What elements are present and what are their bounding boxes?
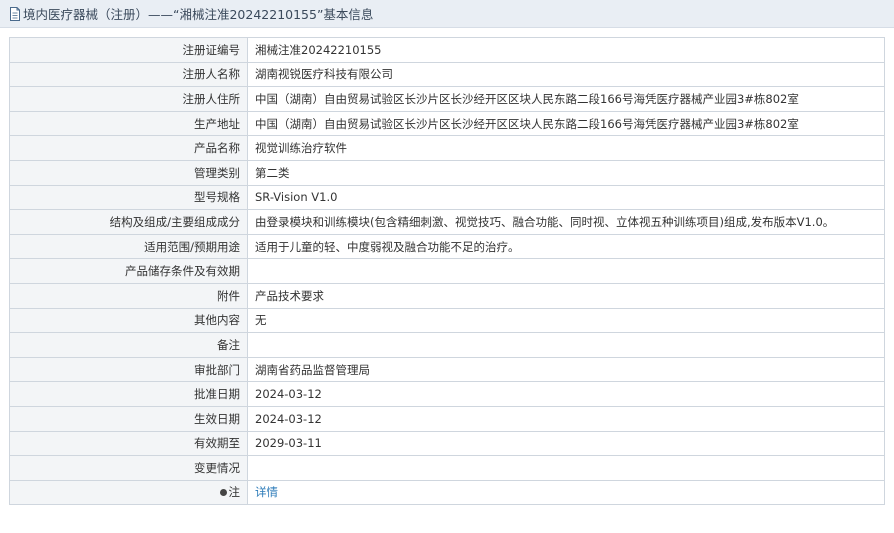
page-title: 境内医疗器械（注册）——“湘械注准20242210155”基本信息: [23, 7, 374, 22]
field-label: 生产地址: [9, 110, 248, 137]
field-label: 型号规格: [9, 184, 248, 211]
field-value: [247, 332, 885, 358]
field-value: 湖南省药品监督管理局: [247, 356, 885, 383]
table-row: 审批部门 湖南省药品监督管理局: [9, 356, 885, 383]
info-table-container: 注册证编号 湘械注准20242210155 注册人名称 湖南视锐医疗科技有限公司 注册人…: [9, 37, 885, 506]
table-row-note: 注详情: [9, 479, 885, 506]
field-value: 中国（湖南）自由贸易试验区长沙片区长沙经开区区块人民东路二段166号海凭医疗器械…: [247, 110, 885, 137]
field-label: 注册证编号: [9, 37, 248, 63]
field-value: SR-Vision V1.0: [247, 184, 885, 211]
table-row: 型号规格 SR-Vision V1.0: [9, 184, 885, 211]
field-value: 2029-03-11: [247, 430, 885, 457]
field-label: 结构及组成/主要组成成分: [9, 209, 248, 235]
field-value-note: 详情: [247, 479, 885, 506]
field-label: 附件: [9, 282, 248, 309]
table-row: 产品储存条件及有效期: [9, 258, 885, 284]
field-label: 有效期至: [9, 430, 248, 457]
table-row: 附件 产品技术要求: [9, 282, 885, 309]
details-link[interactable]: 详情: [255, 485, 278, 499]
field-label: 备注: [9, 332, 248, 358]
table-row: 结构及组成/主要组成成分 由登录模块和训练模块(包含精细刺激、视觉技巧、融合功能、…: [9, 209, 885, 235]
field-label-note: 注: [9, 479, 248, 506]
document-icon: [9, 6, 21, 21]
field-value: 2024-03-12: [247, 381, 885, 407]
field-label: 注册人名称: [9, 61, 248, 88]
field-value: 湖南视锐医疗科技有限公司: [247, 61, 885, 88]
field-value: 适用于儿童的轻、中度弱视及融合功能不足的治疗。: [247, 233, 885, 260]
table-row: 注册证编号 湘械注准20242210155: [9, 37, 885, 63]
field-value: 无: [247, 307, 885, 334]
table-row: 适用范围/预期用途 适用于儿童的轻、中度弱视及融合功能不足的治疗。: [9, 233, 885, 260]
table-row: 变更情况: [9, 455, 885, 481]
field-label: 批准日期: [9, 381, 248, 407]
field-label: 生效日期: [9, 405, 248, 432]
info-table-body: 注册证编号 湘械注准20242210155 注册人名称 湖南视锐医疗科技有限公司 注册人…: [9, 37, 885, 506]
field-label: 适用范围/预期用途: [9, 233, 248, 260]
field-value: [247, 258, 885, 284]
field-value: 由登录模块和训练模块(包含精细刺激、视觉技巧、融合功能、同时视、立体视五种训练项…: [247, 209, 885, 235]
field-label: 审批部门: [9, 356, 248, 383]
page-header: 境内医疗器械（注册）——“湘械注准20242210155”基本信息: [0, 0, 894, 28]
field-value: 产品技术要求: [247, 282, 885, 309]
table-row: 有效期至 2029-03-11: [9, 430, 885, 457]
field-label: 注册人住所: [9, 86, 248, 112]
table-row: 其他内容无: [9, 307, 885, 334]
field-label: 产品储存条件及有效期: [9, 258, 248, 284]
field-label: 变更情况: [9, 455, 248, 481]
field-value: 第二类: [247, 159, 885, 186]
table-row: 管理类别 第二类: [9, 159, 885, 186]
field-label: 其他内容: [9, 307, 248, 334]
field-label: 管理类别: [9, 159, 248, 186]
field-label: 产品名称: [9, 135, 248, 161]
table-row: 生效日期 2024-03-12: [9, 405, 885, 432]
field-value: 湘械注准20242210155: [247, 37, 885, 63]
table-row: 生产地址 中国（湖南）自由贸易试验区长沙片区长沙经开区区块人民东路二段166号海凭…: [9, 110, 885, 137]
table-row: 备注: [9, 332, 885, 358]
info-table: 注册证编号 湘械注准20242210155 注册人名称 湖南视锐医疗科技有限公司 注册人…: [9, 37, 885, 506]
field-value: [247, 455, 885, 481]
field-value: 视觉训练治疗软件: [247, 135, 885, 161]
table-row: 注册人住所 中国（湖南）自由贸易试验区长沙片区长沙经开区区块人民东路二段166号海…: [9, 86, 885, 112]
table-row: 注册人名称 湖南视锐医疗科技有限公司: [9, 61, 885, 88]
pin-icon: [219, 489, 227, 497]
table-row: 产品名称 视觉训练治疗软件: [9, 135, 885, 161]
field-value: 中国（湖南）自由贸易试验区长沙片区长沙经开区区块人民东路二段166号海凭医疗器械…: [247, 86, 885, 112]
note-label: 注: [228, 485, 241, 500]
table-row: 批准日期 2024-03-12: [9, 381, 885, 407]
field-value: 2024-03-12: [247, 405, 885, 432]
